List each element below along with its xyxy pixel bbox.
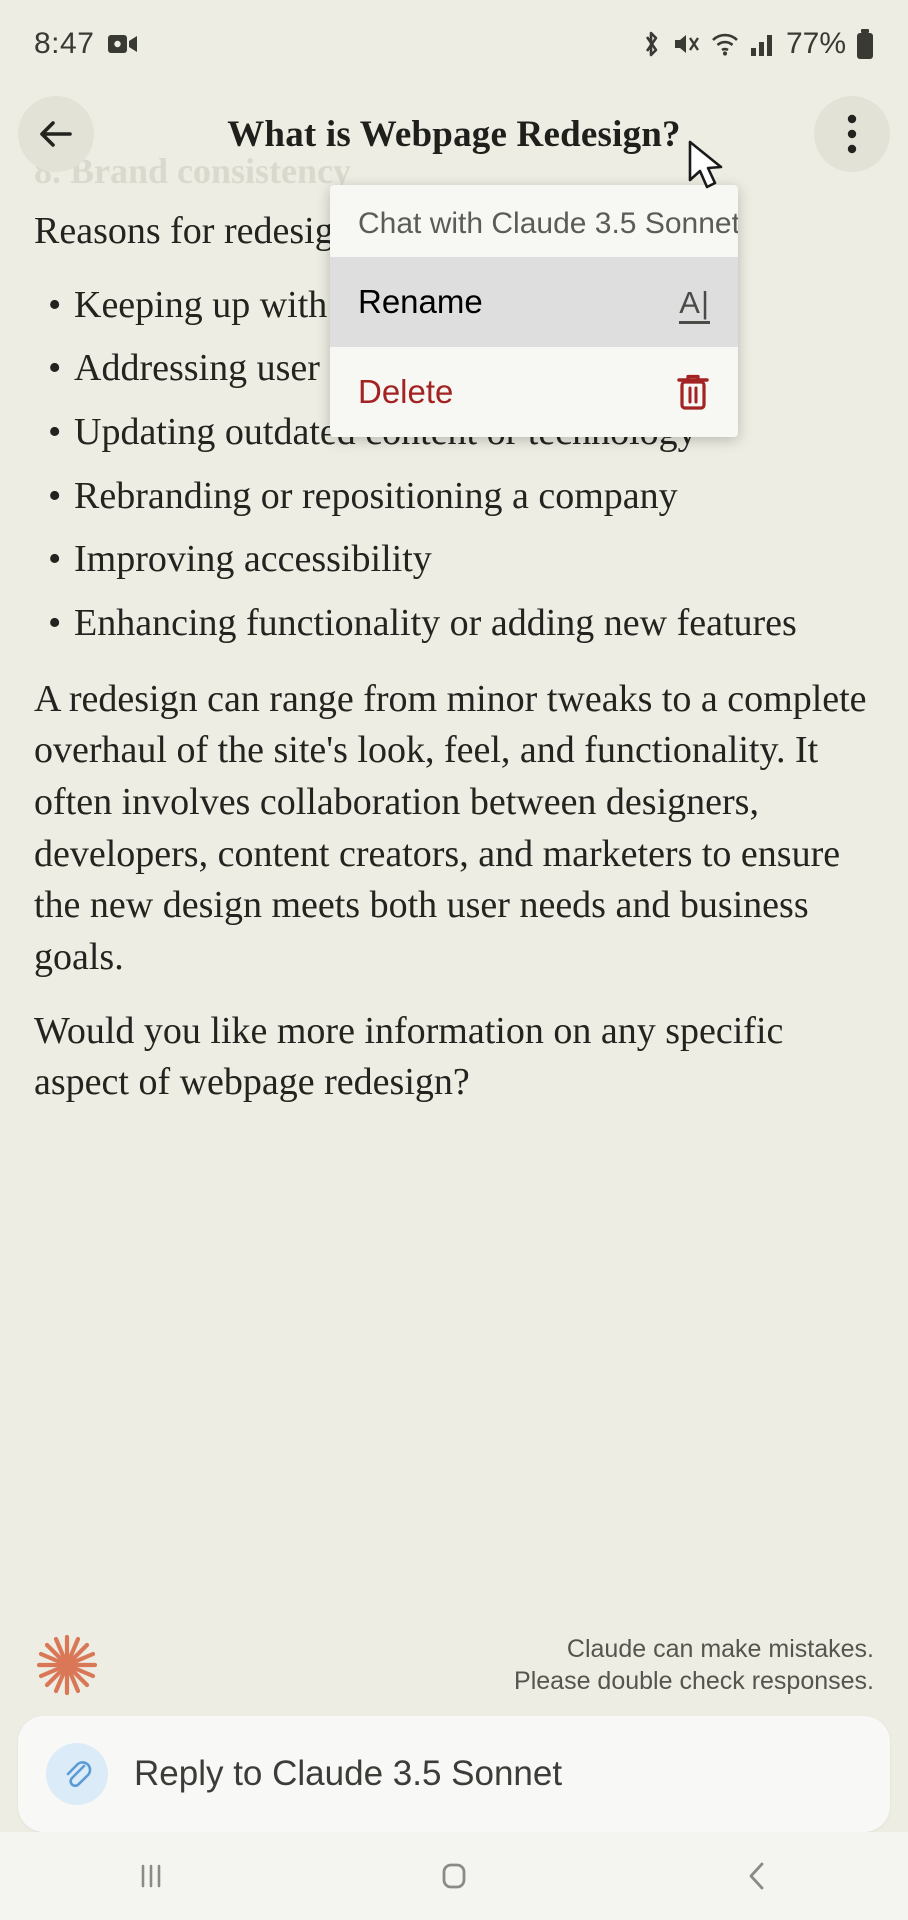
- menu-header-label: Chat with Claude 3.5 Sonnet: [358, 207, 738, 240]
- cellular-signal-icon: [750, 32, 776, 56]
- page-title: What is Webpage Redesign?: [227, 113, 681, 155]
- menu-item-label: Rename: [358, 283, 483, 320]
- menu-item-delete[interactable]: Delete: [330, 347, 738, 437]
- back-chevron-icon: [749, 1862, 764, 1890]
- claude-starburst-logo: [34, 1632, 100, 1698]
- home-square-icon: [442, 1863, 466, 1889]
- nav-recents-button[interactable]: [0, 1859, 303, 1893]
- nav-home-button[interactable]: [303, 1858, 606, 1894]
- overflow-menu-popup: Chat with Claude 3.5 Sonnet Rename A| De…: [330, 185, 738, 437]
- recents-icon: [142, 1864, 161, 1888]
- message-composer[interactable]: Reply to Claude 3.5 Sonnet: [18, 1716, 890, 1832]
- status-bar-left: 8:47: [34, 27, 138, 61]
- video-record-icon: [108, 33, 138, 55]
- disclaimer-line-1: Claude can make mistakes.: [566, 1634, 874, 1663]
- footer-row: Claude can make mistakes. Please double …: [0, 1632, 908, 1698]
- mute-icon: [672, 30, 700, 58]
- menu-item-rename[interactable]: Rename A|: [330, 257, 738, 347]
- rename-text-icon: A|: [679, 284, 710, 324]
- paperclip-icon: [66, 1761, 92, 1788]
- body-paragraph-2: Would you like more information on any s…: [34, 1009, 784, 1104]
- status-bar: 8:47 77%: [0, 0, 908, 88]
- battery-percent-label: 77%: [785, 27, 846, 60]
- list-item: Enhancing functionality or adding new fe…: [34, 598, 874, 650]
- disclaimer-text: Claude can make mistakes. Please double …: [514, 1633, 874, 1698]
- three-dots-vertical-icon: [847, 114, 857, 154]
- wifi-icon: [710, 31, 740, 57]
- nav-back-button[interactable]: [605, 1859, 908, 1893]
- trash-icon: [676, 373, 710, 411]
- rename-glyph: A|: [679, 284, 710, 324]
- battery-icon: [856, 29, 874, 59]
- back-button[interactable]: [18, 96, 94, 172]
- list-item: Improving accessibility: [34, 534, 874, 586]
- back-arrow-icon: [40, 121, 72, 147]
- bluetooth-icon: [640, 29, 662, 59]
- menu-item-label: Delete: [358, 373, 454, 410]
- overflow-menu-button[interactable]: [814, 96, 890, 172]
- body-paragraph-1: A redesign can range from minor tweaks t…: [34, 677, 867, 979]
- status-bar-clock: 8:47: [34, 27, 95, 60]
- reply-input[interactable]: Reply to Claude 3.5 Sonnet: [134, 1754, 562, 1794]
- app-header: What is Webpage Redesign?: [0, 88, 908, 180]
- status-bar-right: 77%: [640, 27, 874, 61]
- android-nav-bar: [0, 1832, 908, 1920]
- disclaimer-line-2: Please double check responses.: [514, 1667, 874, 1695]
- attach-button[interactable]: [46, 1743, 108, 1805]
- list-item: Rebranding or repositioning a company: [34, 471, 874, 523]
